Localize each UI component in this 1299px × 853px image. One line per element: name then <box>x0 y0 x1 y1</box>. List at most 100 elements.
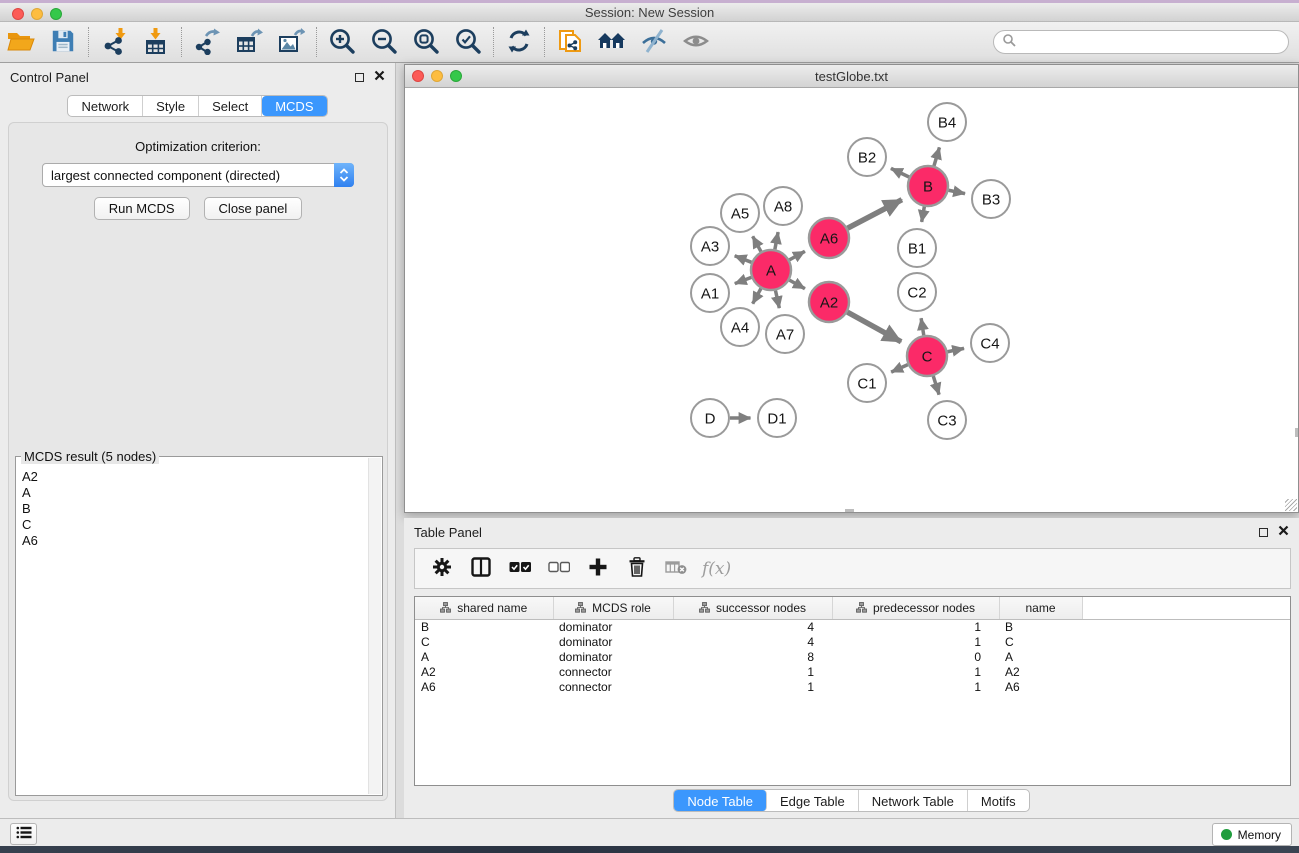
tab-motifs[interactable]: Motifs <box>968 790 1029 811</box>
graph-edge-C-C2[interactable] <box>921 318 924 335</box>
graph-node-D[interactable]: D <box>691 399 729 437</box>
table-row[interactable]: A2connector11A2 <box>415 664 1290 679</box>
mcds-result-item[interactable]: C <box>22 517 368 533</box>
close-panel-icon[interactable] <box>374 68 385 86</box>
minimize-network-button[interactable] <box>431 70 443 82</box>
graph-edge-A-A4[interactable] <box>753 288 761 303</box>
criterion-dropdown[interactable]: largest connected component (directed) <box>42 163 354 187</box>
mcds-result-list[interactable]: A2ABCA6 <box>16 463 368 794</box>
show-hidden-button[interactable] <box>675 24 717 60</box>
graph-node-A3[interactable]: A3 <box>691 227 729 265</box>
mcds-result-item[interactable]: B <box>22 501 368 517</box>
mcds-result-item[interactable]: A <box>22 485 368 501</box>
graph-node-B1[interactable]: B1 <box>898 229 936 267</box>
delete-table-button[interactable] <box>663 556 689 582</box>
column-header-mcds-role[interactable]: MCDS role <box>553 597 673 619</box>
hide-selected-button[interactable] <box>633 24 675 60</box>
graph-edge-B-B1[interactable] <box>922 207 925 222</box>
graph-node-C2[interactable]: C2 <box>898 273 936 311</box>
graph-node-C[interactable]: C <box>907 336 947 376</box>
graph-node-A4[interactable]: A4 <box>721 308 759 346</box>
show-columns-button[interactable] <box>468 556 494 582</box>
unselect-all-columns-button[interactable] <box>546 556 572 582</box>
column-header-name[interactable]: name <box>999 597 1082 619</box>
import-network-button[interactable] <box>93 24 135 60</box>
graph-node-D1[interactable]: D1 <box>758 399 796 437</box>
memory-button[interactable]: Memory <box>1212 823 1292 846</box>
graph-node-C3[interactable]: C3 <box>928 401 966 439</box>
graph-node-C4[interactable]: C4 <box>971 324 1009 362</box>
column-header-shared-name[interactable]: shared name <box>415 597 553 619</box>
search-field[interactable] <box>993 30 1289 54</box>
save-session-button[interactable] <box>42 24 84 60</box>
graph-node-A6[interactable]: A6 <box>809 218 849 258</box>
refresh-button[interactable] <box>498 24 540 60</box>
zoom-fit-button[interactable] <box>405 24 447 60</box>
graph-edge-A-A1[interactable] <box>735 277 752 283</box>
graph-node-A8[interactable]: A8 <box>764 187 802 225</box>
table-row[interactable]: Adominator80A <box>415 649 1290 664</box>
graph-edge-B-B3[interactable] <box>949 190 965 193</box>
tab-edge-table[interactable]: Edge Table <box>767 790 859 811</box>
export-image-button[interactable] <box>270 24 312 60</box>
column-header-successor-nodes[interactable]: successor nodes <box>673 597 832 619</box>
zoom-in-button[interactable] <box>321 24 363 60</box>
mcds-result-scrollbar[interactable] <box>368 458 381 794</box>
add-row-button[interactable] <box>585 556 611 582</box>
network-canvas[interactable]: AA1A2A3A4A5A6A7A8BB1B2B3B4CC1C2C3C4DD1 <box>405 88 1298 512</box>
function-builder-label[interactable]: f(x) <box>702 559 731 579</box>
close-panel-button[interactable]: Close panel <box>204 197 303 220</box>
close-network-button[interactable] <box>412 70 424 82</box>
float-panel-icon[interactable] <box>1259 528 1268 537</box>
graph-node-A7[interactable]: A7 <box>766 315 804 353</box>
graph-node-B2[interactable]: B2 <box>848 138 886 176</box>
float-panel-icon[interactable] <box>355 73 364 82</box>
graph-edge-C-C4[interactable] <box>948 348 964 351</box>
graph-node-C1[interactable]: C1 <box>848 364 886 402</box>
graph-node-B3[interactable]: B3 <box>972 180 1010 218</box>
houses-button[interactable] <box>591 24 633 60</box>
graph-edge-A2-C[interactable] <box>847 312 901 342</box>
close-panel-icon[interactable] <box>1278 523 1289 541</box>
graph-edge-A-A6[interactable] <box>789 251 805 260</box>
graph-node-A2[interactable]: A2 <box>809 282 849 322</box>
tab-network-table[interactable]: Network Table <box>859 790 968 811</box>
tab-mcds[interactable]: MCDS <box>262 96 326 116</box>
tab-select[interactable]: Select <box>199 96 262 116</box>
graph-node-A5[interactable]: A5 <box>721 194 759 232</box>
resize-grip[interactable] <box>1285 499 1297 511</box>
graph-edge-A-A3[interactable] <box>735 256 752 263</box>
tab-style[interactable]: Style <box>143 96 199 116</box>
graph-edge-B-B4[interactable] <box>934 147 939 165</box>
close-window-button[interactable] <box>12 8 24 20</box>
mcds-result-item[interactable]: A6 <box>22 533 368 549</box>
delete-button[interactable] <box>624 556 650 582</box>
graph-node-B[interactable]: B <box>908 166 948 206</box>
graph-edge-C-C1[interactable] <box>891 365 908 373</box>
export-network-button[interactable] <box>186 24 228 60</box>
zoom-selected-button[interactable] <box>447 24 489 60</box>
graph-node-A[interactable]: A <box>751 250 791 290</box>
table-row[interactable]: Bdominator41B <box>415 619 1290 634</box>
mcds-result-item[interactable]: A2 <box>22 469 368 485</box>
table-settings-button[interactable] <box>429 556 455 582</box>
minimize-window-button[interactable] <box>31 8 43 20</box>
column-header-predecessor-nodes[interactable]: predecessor nodes <box>832 597 999 619</box>
table-row[interactable]: Cdominator41C <box>415 634 1290 649</box>
search-input[interactable] <box>1020 33 1288 51</box>
graph-edge-A-A5[interactable] <box>753 236 761 251</box>
run-mcds-button[interactable]: Run MCDS <box>94 197 190 220</box>
graph-edge-C-C3[interactable] <box>933 376 939 395</box>
network-from-document-button[interactable] <box>549 24 591 60</box>
export-table-button[interactable] <box>228 24 270 60</box>
table-row[interactable]: A6connector11A6 <box>415 679 1290 694</box>
graph-edge-A-A8[interactable] <box>775 232 778 249</box>
select-all-columns-button[interactable] <box>507 556 533 582</box>
zoom-network-button[interactable] <box>450 70 462 82</box>
graph-node-A1[interactable]: A1 <box>691 274 729 312</box>
graph-edge-A-A7[interactable] <box>775 291 779 309</box>
graph-edge-B-B2[interactable] <box>891 168 909 177</box>
network-window-titlebar[interactable]: testGlobe.txt <box>405 65 1298 88</box>
zoom-out-button[interactable] <box>363 24 405 60</box>
tab-node-table[interactable]: Node Table <box>674 790 767 811</box>
